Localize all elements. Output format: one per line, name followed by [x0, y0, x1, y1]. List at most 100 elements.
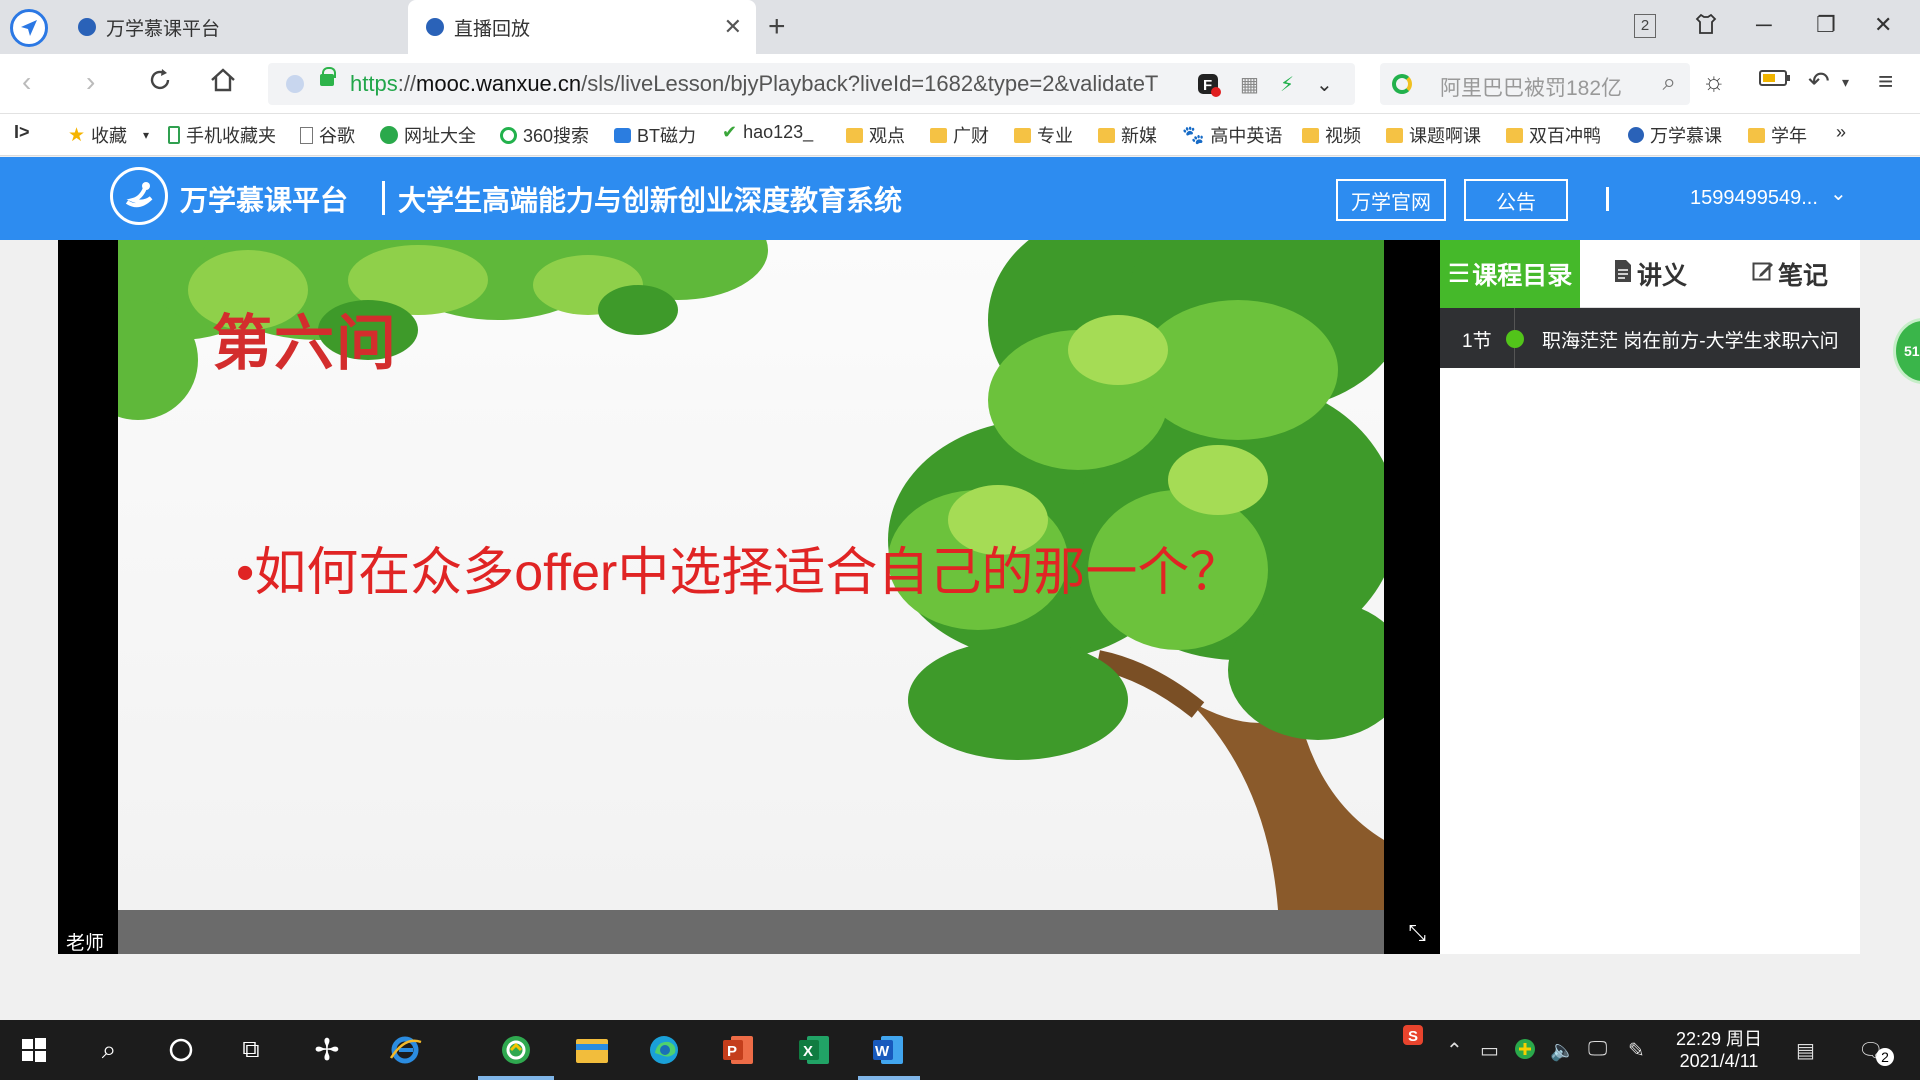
excel-icon[interactable]: X [794, 1034, 834, 1066]
undo-icon[interactable]: ↶ [1808, 66, 1830, 97]
edge-browser-icon[interactable] [644, 1034, 684, 1066]
bookmark-label: 视频 [1325, 126, 1361, 146]
sogou-input-icon[interactable]: S [1402, 1024, 1424, 1052]
task-view-icon[interactable]: ⧉ [236, 1034, 266, 1066]
bookmark-label: 新媒 [1121, 126, 1157, 146]
forward-button[interactable]: › [86, 66, 95, 98]
official-site-button[interactable]: 万学官网 [1336, 179, 1446, 221]
chevron-up-icon[interactable]: ⌃ [1446, 1038, 1463, 1063]
close-tab-icon[interactable]: ✕ [724, 14, 742, 40]
tab-label: 课程目录 [1472, 262, 1573, 290]
side-panel-tabs: ☰ 课程目录 讲义 笔记 [1440, 240, 1860, 308]
search-input[interactable]: 阿里巴巴被罚182亿 [1440, 72, 1622, 102]
volume-icon[interactable]: 🔈 [1550, 1038, 1575, 1063]
bookmark-folder-major[interactable]: 专业 [1014, 122, 1073, 148]
video-player[interactable]: 第六问 •如何在众多offer中选择适合自己的那一个？ 老师 ⤡ [58, 240, 1440, 954]
search-box[interactable]: 阿里巴巴被罚182亿 ⌕ [1380, 63, 1690, 105]
chevron-down-icon[interactable]: ⌄ [1830, 181, 1847, 206]
bookmark-label: hao123_ [743, 122, 814, 142]
bookmark-favorites[interactable]: ★ 收藏 ▾ [68, 122, 149, 148]
cortana-icon[interactable] [166, 1034, 196, 1066]
minimize-button[interactable]: ─ [1756, 12, 1772, 38]
system-clock[interactable]: 22:29 周日 2021/4/11 [1676, 1028, 1762, 1072]
lesson-list-item[interactable]: 1节 职海茫茫 岗在前方-大学生求职六问 [1440, 308, 1860, 368]
bookmark-hao123[interactable]: ✔ hao123_ [722, 122, 813, 143]
restore-button[interactable]: ❐ [1816, 12, 1836, 38]
tab-wanxue-platform[interactable]: 万学慕课平台 [60, 0, 408, 54]
pen-icon[interactable]: ✎ [1628, 1038, 1645, 1063]
url-text[interactable]: https://mooc.wanxue.cn/sls/liveLesson/bj… [350, 71, 1210, 97]
wanxue-logo-icon[interactable] [110, 167, 168, 225]
bookmark-google[interactable]: 谷歌 [300, 122, 355, 148]
360-browser-icon[interactable] [496, 1034, 536, 1066]
bookmark-folder-viewpoint[interactable]: 观点 [846, 122, 905, 148]
bookmark-bt[interactable]: BT磁力 [614, 122, 696, 148]
bookmark-360-search[interactable]: 360搜索 [500, 122, 589, 148]
more-bookmarks-button[interactable]: » [1836, 122, 1846, 143]
tab-handout[interactable]: 讲义 [1580, 240, 1720, 308]
bookmark-wanxue[interactable]: 万学慕课 [1628, 122, 1722, 148]
security-shield-icon[interactable] [286, 75, 304, 93]
slide-heading: 第六问 [212, 309, 398, 379]
bookmark-folder-academic-year[interactable]: 学年 [1748, 122, 1807, 148]
site-brand-title[interactable]: 万学慕课平台 [180, 179, 348, 219]
notes-icon[interactable]: ▤ [1796, 1038, 1815, 1063]
home-button[interactable] [208, 66, 238, 101]
refresh-button[interactable] [146, 66, 174, 101]
undo-menu-chevron-icon[interactable]: ▾ [1842, 74, 1849, 91]
close-window-button[interactable]: ✕ [1874, 12, 1892, 38]
url-path: /sls/liveLesson/bjyPlayback?liveId=1682&… [581, 71, 1159, 96]
back-button[interactable]: ‹ [22, 66, 31, 98]
bookmark-mobile[interactable]: 手机收藏夹 [168, 122, 276, 148]
search-icon[interactable]: ⌕ [94, 1034, 124, 1066]
sidebar-toggle-icon[interactable]: I> [14, 122, 30, 143]
search-icon[interactable]: ⌕ [1663, 69, 1676, 97]
bookmark-folder-topic[interactable]: 课题啊课 [1386, 122, 1481, 148]
tab-course-catalog[interactable]: ☰ 课程目录 [1440, 240, 1580, 308]
brightness-icon[interactable]: ☼ [1702, 66, 1726, 97]
ie-browser-icon[interactable] [386, 1034, 426, 1066]
notice-button[interactable]: 公告 [1464, 179, 1568, 221]
url-separator: :// [397, 71, 417, 96]
video-control-strip[interactable] [118, 910, 1384, 954]
chevron-down-icon[interactable]: ⌄ [1316, 72, 1333, 97]
floating-badge[interactable]: 51 [1893, 318, 1920, 384]
lock-icon[interactable] [320, 67, 336, 86]
bookmark-folder-shuangbai[interactable]: 双百冲鸭 [1506, 122, 1601, 148]
shirt-skin-icon[interactable] [1694, 12, 1718, 42]
url-bar[interactable]: https://mooc.wanxue.cn/sls/liveLesson/bj… [268, 63, 1355, 105]
chevron-down-icon[interactable]: ▾ [143, 128, 149, 142]
pinwheel-app-icon[interactable]: ✢ [308, 1034, 346, 1067]
browser-logo-icon[interactable] [10, 9, 48, 47]
svg-text:W: W [875, 1043, 890, 1060]
menu-icon[interactable]: ≡ [1878, 66, 1893, 97]
bookmark-label: 手机收藏夹 [186, 126, 276, 146]
username-label[interactable]: 1599499549... [1690, 187, 1818, 210]
bookmark-url-directory[interactable]: 网址大全 [380, 122, 476, 148]
360-search-icon[interactable] [1392, 74, 1412, 94]
powerpoint-icon[interactable]: P [718, 1034, 758, 1066]
new-tab-button[interactable]: + [768, 10, 786, 44]
bookmark-folder-guangcai[interactable]: 广财 [930, 122, 989, 148]
file-explorer-icon[interactable] [572, 1034, 612, 1066]
battery-icon[interactable]: ▭ [1480, 1038, 1499, 1063]
extension-f-icon[interactable]: F [1196, 72, 1222, 104]
lesson-title: 职海茫茫 岗在前方-大学生求职六问 [1542, 331, 1839, 352]
site-icon [1628, 127, 1644, 143]
bookmark-highschool-english[interactable]: 🐾 高中英语 [1182, 122, 1282, 148]
windows-start-icon[interactable] [20, 1034, 48, 1066]
bookmark-folder-newmedia[interactable]: 新媒 [1098, 122, 1157, 148]
word-icon[interactable]: W [868, 1034, 908, 1066]
tab-live-playback[interactable]: 直播回放 ✕ [408, 0, 756, 54]
bookmark-label: 网址大全 [404, 126, 476, 146]
network-icon[interactable]: 🖵 [1588, 1038, 1607, 1061]
qr-code-icon[interactable]: ▦ [1240, 72, 1259, 97]
tab-count-badge[interactable]: 2 [1634, 14, 1656, 38]
edit-icon [1752, 260, 1774, 289]
tab-notes[interactable]: 笔记 [1720, 240, 1860, 308]
battery-saver-icon[interactable] [1758, 66, 1792, 97]
speed-bolt-icon[interactable]: ⚡ [1280, 72, 1294, 97]
360-guard-icon[interactable] [1514, 1038, 1536, 1066]
bookmark-folder-video[interactable]: 视频 [1302, 122, 1361, 148]
exit-fullscreen-icon[interactable]: ⤡ [1408, 920, 1426, 946]
